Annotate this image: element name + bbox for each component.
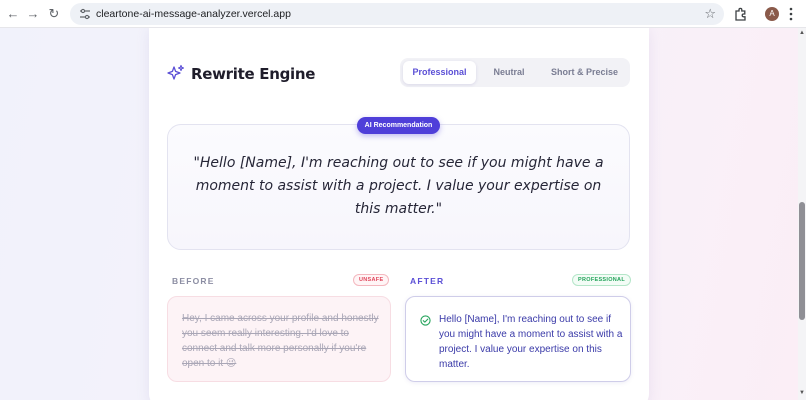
before-message-text: Hey, I came across your profile and hone… bbox=[182, 313, 379, 369]
unsafe-badge: UNSAFE bbox=[353, 274, 390, 286]
tab-professional[interactable]: Professional bbox=[403, 61, 476, 84]
url-text: cleartone-ai-message-analyzer.vercel.app bbox=[96, 8, 291, 20]
tab-neutral[interactable]: Neutral bbox=[480, 61, 538, 84]
address-bar[interactable]: cleartone-ai-message-analyzer.vercel.app… bbox=[70, 3, 724, 25]
check-circle-icon bbox=[420, 315, 431, 326]
page-title: Rewrite Engine bbox=[191, 65, 316, 83]
sparkles-icon bbox=[167, 64, 185, 80]
browser-menu-icon[interactable] bbox=[788, 6, 794, 22]
browser-toolbar: ← → ↻ cleartone-ai-message-analyzer.verc… bbox=[0, 0, 806, 28]
rewrite-engine-card: Rewrite Engine Professional Neutral Shor… bbox=[149, 28, 649, 400]
after-message-box: Hello [Name], I'm reaching out to see if… bbox=[405, 296, 631, 382]
recommendation-text: "Hello [Name], I'm reaching out to see i… bbox=[193, 155, 604, 217]
scroll-thumb[interactable] bbox=[799, 202, 805, 320]
back-arrow-icon[interactable]: ← bbox=[4, 5, 22, 23]
page-viewport: Rewrite Engine Professional Neutral Shor… bbox=[0, 28, 798, 400]
professional-badge: PROFESSIONAL bbox=[572, 274, 631, 286]
page-scrollbar[interactable]: ▲ ▼ bbox=[798, 28, 806, 400]
ai-recommendation-badge: AI Recommendation bbox=[357, 117, 440, 134]
profile-avatar[interactable]: A bbox=[765, 7, 779, 21]
after-message-text: Hello [Name], I'm reaching out to see if… bbox=[439, 314, 623, 370]
tab-short-precise[interactable]: Short & Precise bbox=[542, 61, 627, 84]
site-settings-icon[interactable] bbox=[78, 7, 92, 21]
bookmark-star-icon[interactable]: ☆ bbox=[704, 6, 716, 22]
before-label: BEFORE bbox=[172, 276, 215, 286]
reload-icon[interactable]: ↻ bbox=[45, 5, 63, 23]
after-label: AFTER bbox=[410, 276, 445, 286]
extensions-puzzle-icon[interactable] bbox=[733, 6, 749, 22]
scroll-up-arrow-icon[interactable]: ▲ bbox=[799, 30, 805, 36]
tone-tabs: Professional Neutral Short & Precise bbox=[400, 58, 630, 87]
forward-arrow-icon[interactable]: → bbox=[24, 5, 42, 23]
scroll-down-arrow-icon[interactable]: ▼ bbox=[799, 390, 805, 396]
before-message-box: Hey, I came across your profile and hone… bbox=[167, 296, 391, 382]
